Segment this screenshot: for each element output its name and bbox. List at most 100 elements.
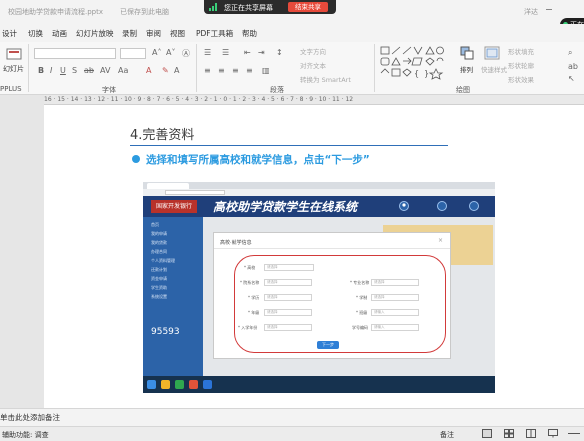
shape-outline-button[interactable]: 形状轮廓 <box>508 60 534 70</box>
bold-icon[interactable]: B <box>38 66 44 75</box>
menu-transitions[interactable]: 切换 <box>28 28 43 39</box>
menu-design[interactable]: 设计 <box>2 28 17 39</box>
site-left-nav: 首页 我的申请 我的贷款 办理合同 个人资料管理 还款计划 资金申请 学生资助 … <box>143 217 203 376</box>
app-icon <box>175 380 184 389</box>
highlight-icon[interactable]: ✎ <box>162 66 169 75</box>
embedded-screenshot[interactable]: 国家开发银行 高校助学贷款学生在线系统 首页 我的申请 我的贷款 办理合同 个人… <box>143 182 495 393</box>
minimize-icon[interactable] <box>546 9 552 10</box>
underline-icon[interactable]: U <box>60 66 66 75</box>
font-family-select[interactable] <box>34 48 116 59</box>
slide-sorter-icon[interactable] <box>504 429 514 438</box>
notes-pane[interactable]: 单击此处添加备注 <box>0 408 584 427</box>
bank-logo: 国家开发银行 <box>151 200 197 213</box>
nav-item: 资金申请 <box>151 276 167 281</box>
browser-tabs <box>143 182 495 189</box>
font-color-icon[interactable]: A <box>146 66 151 75</box>
file-name: 校园地助学贷款申请流程.pptx <box>8 8 103 16</box>
arrange-icon[interactable] <box>460 46 474 60</box>
close-icon[interactable]: × <box>438 237 443 244</box>
windows-taskbar <box>143 376 495 393</box>
char-spacing-icon[interactable]: AV <box>100 66 110 75</box>
smartart-button[interactable]: 转换为 SmartArt <box>300 74 351 84</box>
notes-button[interactable]: 备注 <box>440 430 454 440</box>
status-bar: 辅助功能: 调查 备注 <box>0 426 584 441</box>
arrange-label[interactable]: 排列 <box>460 64 473 74</box>
columns-icon[interactable]: ▥ <box>262 66 270 75</box>
site-title: 高校助学贷款学生在线系统 <box>213 200 358 214</box>
text-color-icon[interactable]: A <box>174 66 179 75</box>
accessibility-status[interactable]: 辅助功能: 调查 <box>2 430 49 440</box>
user-name[interactable]: 洋达 <box>524 7 538 17</box>
menu-animations[interactable]: 动画 <box>52 28 67 39</box>
menu-view[interactable]: 视图 <box>170 28 185 39</box>
menu-slideshow[interactable]: 幻灯片放映 <box>76 28 114 39</box>
decrease-indent-icon[interactable]: ⇤ <box>244 48 251 57</box>
change-case-icon[interactable]: Aa <box>118 66 128 75</box>
shapes-gallery-icon[interactable]: {} <box>380 46 452 80</box>
site-header: 国家开发银行 高校助学贷款学生在线系统 <box>143 196 495 217</box>
shape-effects-button[interactable]: 形状效果 <box>508 74 534 84</box>
font-size-select[interactable] <box>120 48 146 59</box>
menu-review[interactable]: 审阅 <box>146 28 161 39</box>
slide-canvas[interactable]: 4.完善资料 选择和填写所属高校和就学信息，点击“下一步” 国家开发银行 高校助… <box>44 105 584 408</box>
increase-indent-icon[interactable]: ⇥ <box>258 48 265 57</box>
dialog-title: 高校·就学信息 <box>220 240 252 246</box>
hotline-number: 95593 <box>151 327 180 337</box>
bullets-icon[interactable]: ☰ <box>204 48 211 57</box>
replace-icon[interactable]: ab <box>568 62 578 71</box>
align-right-icon[interactable]: ≡ <box>232 66 239 75</box>
italic-icon[interactable]: I <box>50 66 52 75</box>
find-icon[interactable]: ⌕ <box>568 48 572 58</box>
stop-share-button[interactable]: 结束共享 <box>288 2 328 12</box>
quick-styles-label[interactable]: 快速样式 <box>481 64 507 74</box>
nav-item: 还款计划 <box>151 267 167 272</box>
app-icon <box>189 380 198 389</box>
divider <box>28 44 29 92</box>
svg-text:{: { <box>414 69 419 78</box>
text-direction-button[interactable]: 文字方向 <box>300 46 326 56</box>
ribbon: 幻灯片 PPLUS A˄ A˅ Ⓐ B I U S ab AV Aa A ✎ A… <box>0 42 584 95</box>
shrink-font-icon[interactable]: A˅ <box>166 48 175 57</box>
nav-item: 我的贷款 <box>151 240 167 245</box>
paragraph-group-label: 段落 <box>270 86 284 94</box>
divider <box>374 44 375 92</box>
nav-item: 个人资料管理 <box>151 258 175 263</box>
logout-icon <box>469 201 479 211</box>
line-spacing-icon[interactable]: ↕ <box>276 48 283 57</box>
new-slide-label[interactable]: 幻灯片 <box>3 64 24 74</box>
slide-title: 4.完善资料 <box>130 128 195 143</box>
new-slide-icon[interactable] <box>6 46 22 62</box>
numbering-icon[interactable]: ☰ <box>222 48 229 57</box>
address-field <box>165 190 225 195</box>
zoom-out-icon[interactable] <box>568 433 580 434</box>
strikethrough-icon[interactable]: ab <box>84 66 94 75</box>
pplus-group-label: PPLUS <box>0 85 22 93</box>
normal-view-icon[interactable] <box>482 429 492 438</box>
select-icon[interactable]: ↖ <box>568 74 575 83</box>
divider <box>214 248 450 249</box>
share-status-text: 您正在共享屏幕 <box>224 4 273 12</box>
shadow-icon[interactable]: S <box>72 66 77 75</box>
menu-help[interactable]: 帮助 <box>242 28 257 39</box>
reading-view-icon[interactable] <box>526 429 536 438</box>
menu-record[interactable]: 录制 <box>122 28 137 39</box>
next-step-button[interactable]: 下一步 <box>317 341 339 349</box>
browser-address-bar <box>143 189 495 196</box>
quick-styles-icon[interactable] <box>484 46 500 60</box>
slideshow-icon[interactable] <box>548 429 558 438</box>
shape-fill-button[interactable]: 形状填充 <box>508 46 534 56</box>
nav-item: 首页 <box>151 222 159 227</box>
grow-font-icon[interactable]: A˄ <box>152 48 161 57</box>
menu-bar: 设计 切换 动画 幻灯片放映 录制 审阅 视图 PDF工具箱 帮助 <box>0 24 584 42</box>
save-status: 已保存到此电脑 <box>120 8 169 16</box>
clear-format-icon[interactable]: Ⓐ <box>182 48 190 59</box>
divider <box>196 44 197 92</box>
menu-pdf-toolbox[interactable]: PDF工具箱 <box>196 28 233 39</box>
align-left-icon[interactable]: ≡ <box>204 66 211 75</box>
justify-icon[interactable]: ≡ <box>246 66 253 75</box>
font-group-label: 字体 <box>102 86 116 94</box>
align-text-button[interactable]: 对齐文本 <box>300 60 326 70</box>
align-center-icon[interactable]: ≡ <box>218 66 225 75</box>
svg-text:}: } <box>424 69 429 78</box>
browser-icon <box>203 380 212 389</box>
